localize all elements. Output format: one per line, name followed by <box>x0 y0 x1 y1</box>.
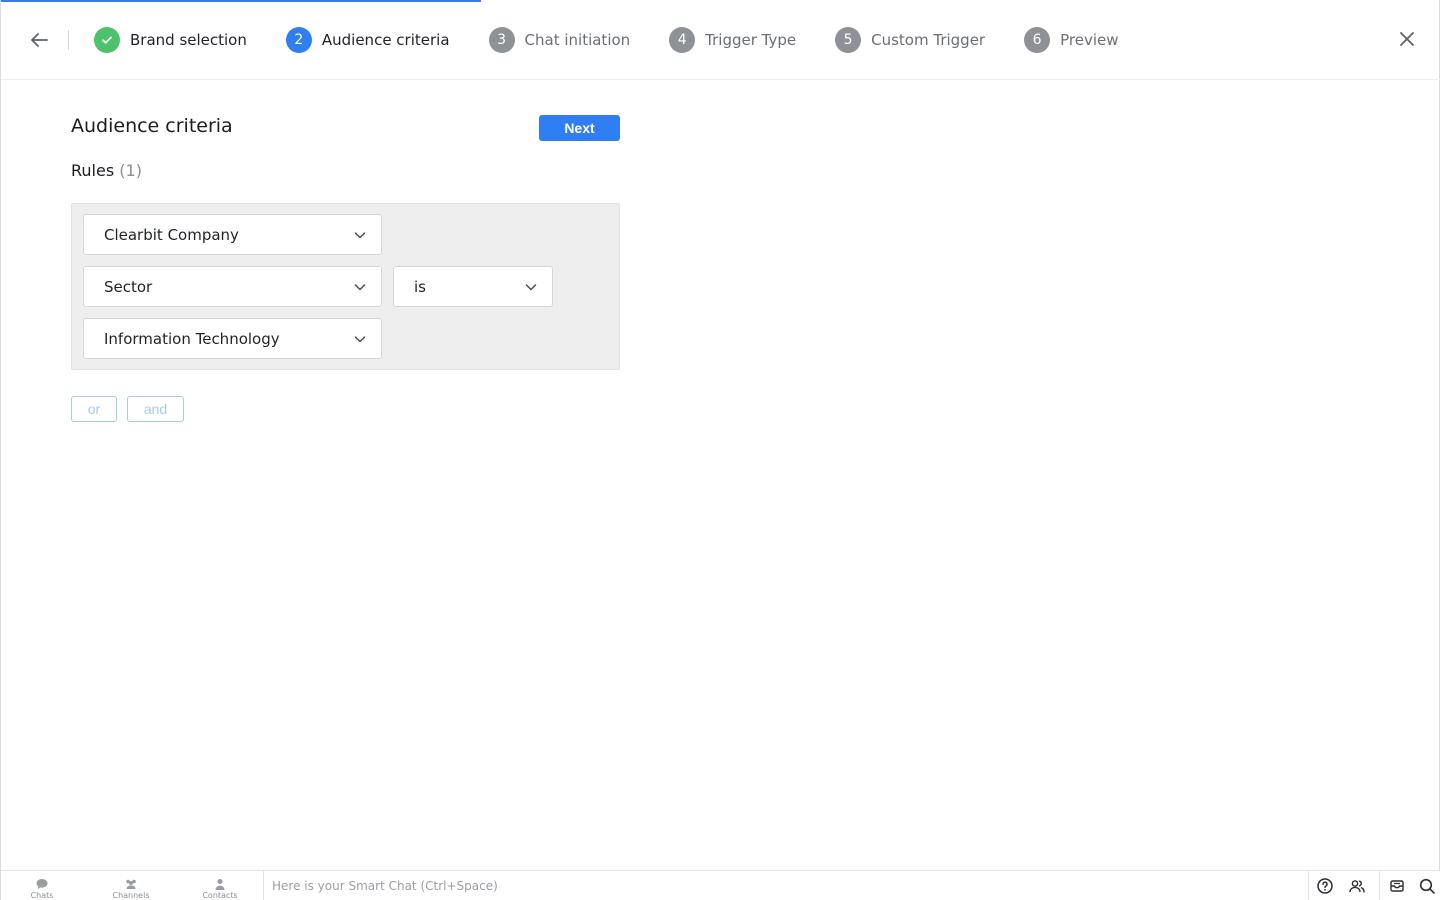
operator-select[interactable]: is <box>393 266 553 307</box>
or-button[interactable]: or <box>71 396 117 422</box>
wizard-steps: Brand selection 2 Audience criteria 3 Ch… <box>94 27 1157 53</box>
check-icon <box>94 27 120 53</box>
nav-chats[interactable]: Chats <box>21 871 63 900</box>
step-chat-initiation[interactable]: 3 Chat initiation <box>488 27 631 53</box>
field-select-value: Sector <box>104 277 153 296</box>
source-select[interactable]: Clearbit Company <box>83 214 382 255</box>
chat-bubble-icon <box>36 879 48 889</box>
group-icon <box>126 879 136 889</box>
person-icon <box>215 879 225 890</box>
smart-chat-input[interactable]: Here is your Smart Chat (Ctrl+Space) <box>263 871 1309 900</box>
rules-heading: Rules (1) <box>71 161 142 180</box>
chevron-down-icon <box>354 336 366 343</box>
arrow-left-icon[interactable] <box>27 28 51 52</box>
help-icon[interactable] <box>1316 877 1334 895</box>
field-select[interactable]: Sector <box>83 266 382 307</box>
step-preview[interactable]: 6 Preview <box>1024 27 1118 53</box>
rule-container: Clearbit Company Sector is Information T… <box>71 203 620 370</box>
rules-count: (1) <box>119 161 142 180</box>
step-label: Brand selection <box>130 31 247 49</box>
step-trigger-type[interactable]: 4 Trigger Type <box>669 27 796 53</box>
nav-label: Chats <box>30 891 54 900</box>
nav-label: Contacts <box>202 891 238 900</box>
nav-contacts[interactable]: Contacts <box>197 871 243 900</box>
step-number: 2 <box>285 27 312 53</box>
people-icon[interactable] <box>1348 877 1366 895</box>
chevron-down-icon <box>525 284 537 291</box>
app-window: Brand selection 2 Audience criteria 3 Ch… <box>0 0 1440 900</box>
header-divider <box>68 30 69 50</box>
source-select-value: Clearbit Company <box>104 225 239 244</box>
next-button[interactable]: Next <box>539 115 620 141</box>
step-label: Preview <box>1060 31 1119 49</box>
page-title: Audience criteria <box>71 115 233 137</box>
step-label: Custom Trigger <box>871 31 986 49</box>
step-label: Trigger Type <box>705 31 797 49</box>
step-number: 6 <box>1024 27 1051 53</box>
step-brand-selection[interactable]: Brand selection <box>94 27 247 53</box>
chevron-down-icon <box>354 284 366 291</box>
wizard-header: Brand selection 2 Audience criteria 3 Ch… <box>1 0 1440 80</box>
step-number: 3 <box>488 27 515 53</box>
nav-label: Channels <box>112 891 150 900</box>
value-select[interactable]: Information Technology <box>83 318 382 359</box>
chevron-down-icon <box>354 232 366 239</box>
search-icon[interactable] <box>1418 877 1436 895</box>
rules-label: Rules <box>71 161 115 180</box>
step-number: 4 <box>669 27 696 53</box>
step-number: 5 <box>835 27 862 53</box>
operator-select-value: is <box>414 277 426 296</box>
close-icon[interactable] <box>1396 28 1418 50</box>
step-audience-criteria[interactable]: 2 Audience criteria <box>285 27 450 53</box>
value-select-value: Information Technology <box>104 329 280 348</box>
toolbar-divider <box>1379 871 1380 900</box>
step-label: Audience criteria <box>321 31 450 49</box>
step-label: Chat initiation <box>524 31 631 49</box>
inbox-icon[interactable] <box>1388 877 1406 895</box>
bottom-bar: Chats Channels Contacts Here is your Sma… <box>1 870 1440 900</box>
step-custom-trigger[interactable]: 5 Custom Trigger <box>835 27 985 53</box>
nav-channels[interactable]: Channels <box>106 871 156 900</box>
and-button[interactable]: and <box>127 396 184 422</box>
